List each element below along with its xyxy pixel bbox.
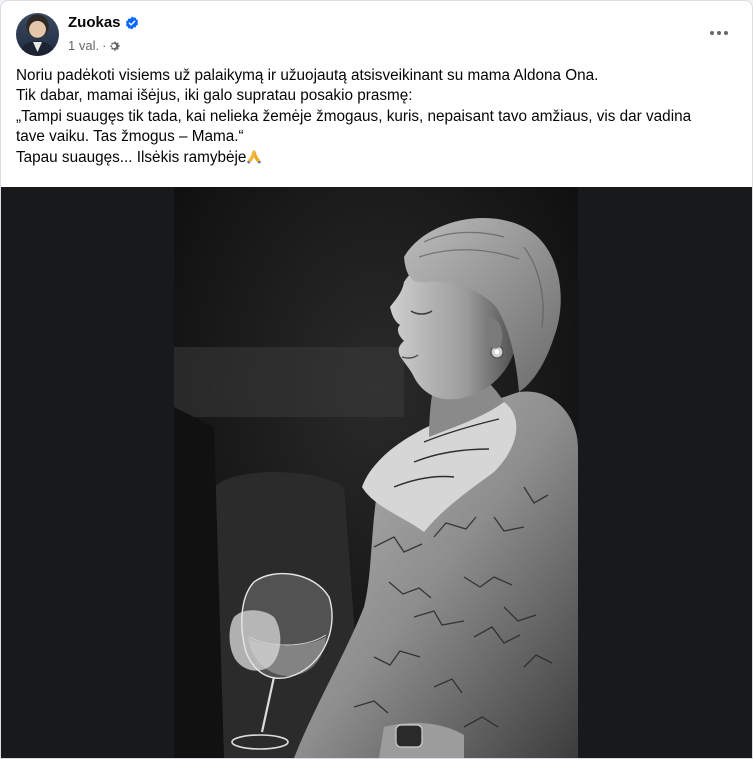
post-text-line: „Tampi suaugęs tik tada, kai nelieka žem… [16, 107, 692, 125]
post-header: Zuokas 1 val. · [1, 1, 752, 61]
post-text-line: tave vaiku. Tas žmogus – Mama.“ [16, 128, 244, 146]
post-text-line: Noriu padėkoti visiems už palaikymą ir u… [16, 67, 599, 84]
gear-icon[interactable] [109, 40, 121, 52]
author-name[interactable]: Zuokas [68, 14, 121, 31]
post-photo[interactable] [174, 187, 578, 758]
post-photo-container[interactable] [1, 187, 752, 758]
more-dot [724, 31, 728, 35]
post-text-line-last: Tapau suaugęs... Ilsėkis ramybėje [16, 148, 744, 168]
post-message: Noriu padėkoti visiems už palaikymą ir u… [16, 66, 744, 168]
folded-hands-emoji-icon [246, 148, 262, 164]
author-avatar[interactable] [16, 13, 59, 56]
post-text-line: Tapau suaugęs... Ilsėkis ramybėje [16, 148, 247, 166]
verified-badge-icon [125, 16, 139, 30]
author-name-row: Zuokas [68, 14, 139, 31]
meta-separator: · [102, 38, 107, 53]
more-dot [717, 31, 721, 35]
post-timestamp[interactable]: 1 val. [68, 38, 99, 53]
post-card: Zuokas 1 val. · Noriu padėkoti visiems u… [0, 0, 753, 759]
post-meta: 1 val. · [68, 38, 121, 53]
post-text-line: Tik dabar, mamai išėjus, iki galo suprat… [16, 87, 413, 105]
more-options-icon[interactable] [701, 20, 737, 46]
more-dot [710, 31, 714, 35]
